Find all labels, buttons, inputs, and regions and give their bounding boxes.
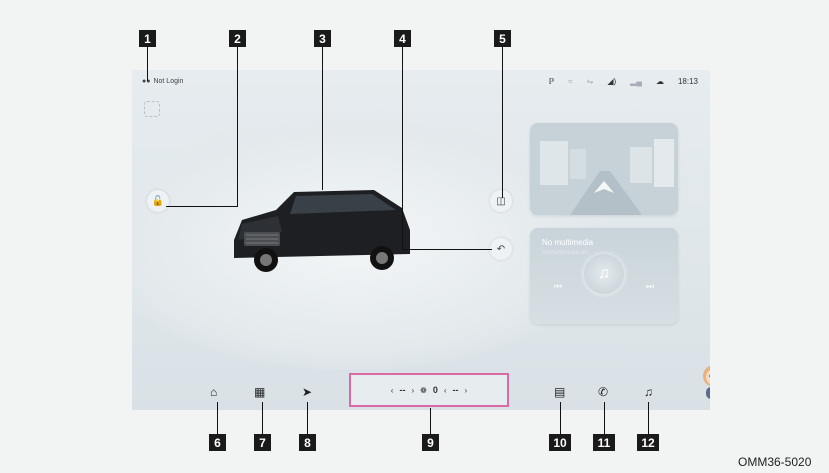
navigation-icon[interactable]: ➤: [302, 385, 312, 399]
left-temp-decrease[interactable]: ‹: [391, 386, 394, 395]
climate-control-bar[interactable]: ‹ -- › ❁ 0 ‹ -- ›: [349, 373, 509, 407]
callout-leader-12: [648, 402, 649, 434]
callout-leader-4h: [402, 249, 492, 250]
callout-9: 9: [422, 434, 439, 451]
media-subtitle: Unmultimedia left: [542, 250, 589, 256]
car-icon[interactable]: ▤: [554, 385, 565, 399]
callout-leader-6: [217, 402, 218, 434]
callout-leader-8: [307, 402, 308, 434]
right-temp-value: --: [452, 385, 459, 395]
music-note-icon[interactable]: ♫: [584, 254, 624, 294]
callout-leader-11: [604, 402, 605, 434]
callout-leader-1: [147, 44, 148, 81]
bluetooth-icon: ℙ: [548, 77, 555, 86]
infotainment-screen: ●● Not Login ℙ ≈ ⇋ ◢) ▂▄ ☁ 18:13 🔓 ◫ ↶ N…: [132, 70, 710, 410]
callout-leader-7: [262, 402, 263, 434]
status-bar-icons: ℙ ≈ ⇋ ◢) ▂▄ ☁ 18:13: [549, 77, 698, 86]
image-code: OMM36-5020: [738, 455, 812, 469]
callout-leader-5: [502, 44, 503, 198]
callout-leader-3: [322, 44, 323, 190]
home-icon[interactable]: ⌂: [210, 385, 217, 399]
cloud-icon: ☁: [655, 77, 664, 86]
signal-icon: ▂▄: [630, 77, 642, 86]
navigation-card[interactable]: [530, 123, 678, 215]
callout-4: 4: [394, 30, 411, 47]
callout-leader-9: [430, 408, 431, 434]
tailgate-button[interactable]: ↶: [490, 238, 512, 260]
volume-icon: ◢): [607, 77, 617, 86]
previous-track-icon[interactable]: ⏮: [554, 281, 562, 292]
unlock-icon: 🔓: [151, 195, 165, 207]
callout-8: 8: [299, 434, 316, 451]
callout-11: 11: [593, 434, 615, 451]
map-3d-view: [530, 123, 678, 215]
voice-assistant-avatar[interactable]: [696, 362, 710, 402]
callout-5: 5: [494, 30, 511, 47]
callout-12: 12: [637, 434, 659, 451]
callout-leader-2: [237, 44, 238, 207]
login-status[interactable]: ●● Not Login: [142, 78, 183, 85]
callout-2: 2: [229, 30, 246, 47]
fan-level: 0: [432, 385, 438, 395]
callout-10: 10: [549, 434, 571, 451]
callout-1: 1: [139, 30, 156, 47]
apps-icon[interactable]: ▦: [254, 385, 265, 399]
login-text: Not Login: [153, 78, 184, 85]
phone-icon[interactable]: ✆: [598, 385, 608, 399]
next-track-icon[interactable]: ⏭: [646, 281, 654, 292]
fuel-door-icon: ◫: [496, 195, 506, 207]
callout-leader-2h: [166, 206, 238, 207]
callout-6: 6: [209, 434, 226, 451]
right-temp-increase[interactable]: ›: [465, 386, 468, 395]
fan-icon[interactable]: ❁: [420, 386, 427, 395]
tailgate-icon: ↶: [496, 243, 506, 255]
vehicle-image[interactable]: [224, 180, 414, 276]
clock: 18:13: [677, 77, 698, 86]
media-title: No multimedia: [542, 238, 594, 247]
callout-7: 7: [254, 434, 271, 451]
right-temp-decrease[interactable]: ‹: [444, 386, 447, 395]
wifi-icon: ≈: [568, 77, 573, 86]
hotspot-icon: ⇋: [586, 77, 594, 86]
left-temp-increase[interactable]: ›: [411, 386, 414, 395]
fuel-door-button[interactable]: ◫: [490, 190, 512, 212]
callout-3: 3: [314, 30, 331, 47]
media-card[interactable]: No multimedia Unmultimedia left ♫ ⏮ ⏭: [530, 228, 678, 324]
callout-leader-10: [560, 402, 561, 434]
music-icon[interactable]: ♫: [644, 385, 653, 399]
callout-leader-4: [402, 44, 403, 250]
door-lock-button[interactable]: 🔓: [147, 190, 169, 212]
left-temp-value: --: [399, 385, 406, 395]
scan-icon[interactable]: [144, 101, 160, 117]
